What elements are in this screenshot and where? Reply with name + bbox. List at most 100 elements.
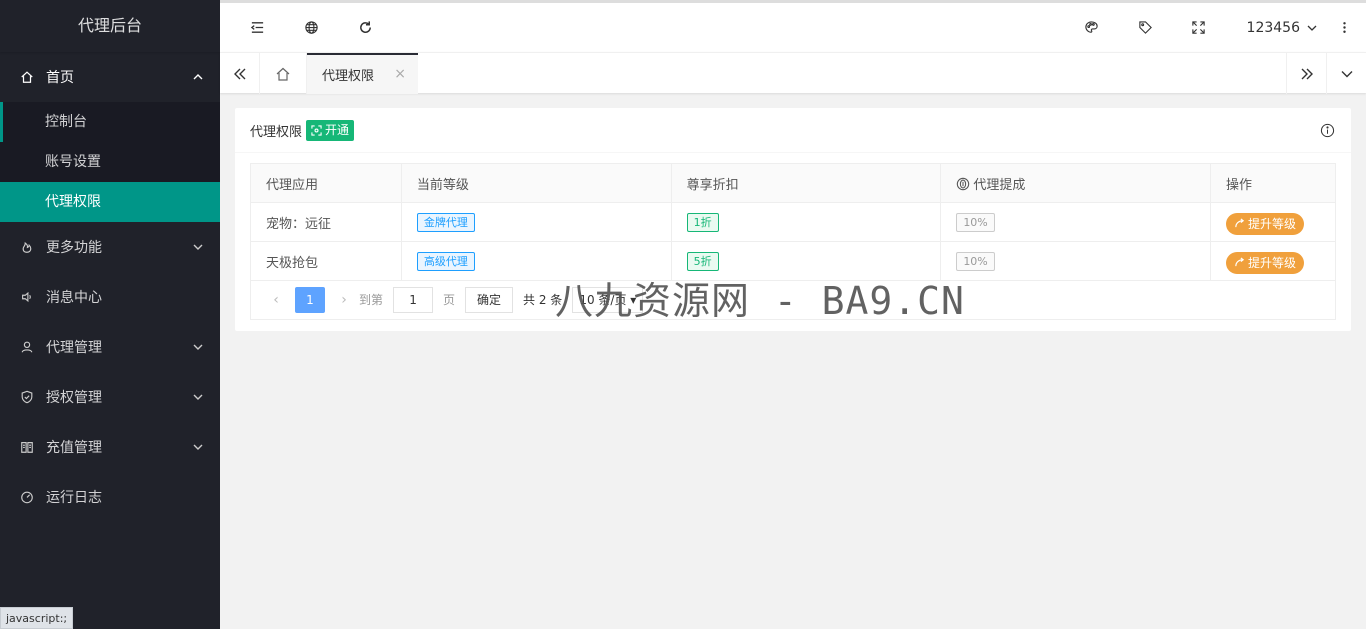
table-row: 宠物：远征 金牌代理 1折 10% 提升等级 bbox=[250, 202, 1336, 242]
sidebar-item-agent-permission[interactable]: 代理权限 bbox=[0, 182, 220, 222]
sidebar-item-console[interactable]: 控制台 bbox=[0, 102, 220, 142]
tag-icon bbox=[1138, 21, 1152, 34]
page-size-value: 10 条/页 bbox=[579, 292, 627, 307]
nav-more-features-label: 更多功能 bbox=[46, 240, 102, 256]
card-title: 代理权限 bbox=[250, 124, 303, 140]
column-header: 代理应用 bbox=[250, 163, 402, 203]
more-button[interactable] bbox=[1324, 3, 1364, 52]
tab-agent-permission[interactable]: 代理权限 × bbox=[307, 53, 418, 94]
speaker-icon bbox=[20, 290, 34, 304]
book-icon bbox=[20, 440, 34, 454]
close-icon[interactable]: × bbox=[394, 67, 406, 81]
info-icon[interactable] bbox=[1320, 123, 1335, 138]
chevron-up-icon bbox=[193, 74, 203, 80]
tabs-menu-button[interactable] bbox=[1326, 53, 1366, 94]
nav-home-label: 首页 bbox=[46, 70, 74, 86]
nav-run-log[interactable]: 运行日志 bbox=[0, 472, 220, 522]
table-row: 天极抢包 高级代理 5折 10% 提升等级 bbox=[250, 241, 1336, 281]
sidebar-item-account-settings[interactable]: 账号设置 bbox=[0, 142, 220, 182]
nav-more-features[interactable]: 更多功能 bbox=[0, 222, 220, 272]
page-unit-label: 页 bbox=[443, 293, 456, 307]
upgrade-level-button[interactable]: 提升等级 bbox=[1226, 251, 1305, 274]
home-submenu: 控制台 账号设置 代理权限 bbox=[0, 102, 220, 222]
theme-button[interactable] bbox=[1066, 3, 1116, 52]
table-header-row: 代理应用 当前等级 尊享折扣 代理提成 操作 bbox=[250, 163, 1336, 203]
cell-app: 宠物：远征 bbox=[250, 202, 402, 242]
browser-status-tip: javascript:; bbox=[0, 607, 74, 629]
chevron-down-icon bbox=[1341, 70, 1352, 77]
tabs-scroll-left-button[interactable] bbox=[220, 53, 260, 94]
tabs-bar: 代理权限 × bbox=[220, 52, 1366, 94]
shield-check-icon bbox=[20, 390, 34, 404]
discount-tag: 5折 bbox=[686, 251, 719, 271]
globe-icon bbox=[304, 21, 318, 34]
fullscreen-button[interactable] bbox=[1173, 3, 1223, 52]
tab-label: 代理权限 bbox=[322, 69, 375, 84]
chevron-down-icon bbox=[193, 444, 203, 450]
app-logo[interactable]: 代理后台 bbox=[0, 0, 220, 52]
confirm-button[interactable]: 确定 bbox=[465, 286, 514, 313]
cell-discount: 5折 bbox=[670, 241, 942, 281]
total-count: 共 2 条 bbox=[523, 293, 563, 307]
page-1-button[interactable]: 1 bbox=[295, 286, 325, 313]
nav-authorization-management[interactable]: 授权管理 bbox=[0, 372, 220, 422]
tab-home[interactable] bbox=[260, 53, 307, 94]
column-header: 当前等级 bbox=[400, 163, 672, 203]
column-header: 尊享折扣 bbox=[670, 163, 942, 203]
cell-commission: 10% bbox=[940, 241, 1212, 281]
cell-discount: 1折 bbox=[670, 202, 942, 242]
permission-table: 代理应用 当前等级 尊享折扣 代理提成 操作 宠物：远征 金牌代理 1折 10%… bbox=[250, 163, 1336, 281]
username: 123456 bbox=[1246, 19, 1300, 36]
nav-home[interactable]: 首页 bbox=[0, 52, 220, 102]
discount-tag: 1折 bbox=[686, 212, 719, 232]
dashboard-icon bbox=[20, 490, 34, 504]
column-header-commission: 代理提成 bbox=[940, 163, 1212, 203]
menu-fold-icon bbox=[250, 22, 263, 33]
open-badge-label: 开通 bbox=[325, 122, 350, 137]
sidebar: 代理后台 首页 控制台 账号设置 代理权限 更多功能 消息中心 代理管理 授权管… bbox=[0, 0, 220, 629]
chevron-down-icon bbox=[193, 394, 203, 400]
scan-icon bbox=[311, 124, 322, 136]
chevron-down-icon bbox=[193, 344, 203, 350]
upgrade-level-button[interactable]: 提升等级 bbox=[1226, 212, 1305, 235]
cell-action: 提升等级 bbox=[1210, 202, 1336, 242]
upgrade-icon bbox=[1235, 218, 1245, 228]
cell-level: 金牌代理 bbox=[400, 202, 672, 242]
cell-app: 天极抢包 bbox=[250, 241, 402, 281]
fire-icon bbox=[20, 240, 34, 254]
user-icon bbox=[20, 340, 34, 354]
upgrade-label: 提升等级 bbox=[1248, 217, 1297, 231]
nav-message-center[interactable]: 消息中心 bbox=[0, 272, 220, 322]
toggle-sidebar-button[interactable] bbox=[232, 3, 282, 52]
upgrade-icon bbox=[1235, 257, 1245, 267]
refresh-button[interactable] bbox=[340, 3, 390, 52]
tabs-scroll-right-button[interactable] bbox=[1286, 53, 1326, 94]
pagination: ‹ 1 › 到第 1 页 确定 共 2 条 10 条/页 ▾ bbox=[250, 280, 1336, 320]
column-header: 操作 bbox=[1210, 163, 1336, 203]
cell-level: 高级代理 bbox=[400, 241, 672, 281]
nav-recharge-management[interactable]: 充值管理 bbox=[0, 422, 220, 472]
chevron-down-icon bbox=[193, 244, 203, 250]
chevron-down-icon bbox=[1307, 25, 1317, 31]
page-size-select[interactable]: 10 条/页 ▾ bbox=[572, 286, 644, 313]
permission-card: 代理权限 开通 代理应用 当前等级 尊享折扣 代理提成 操作 宠物：远征 金牌代… bbox=[235, 108, 1351, 331]
fullscreen-icon bbox=[1191, 21, 1205, 34]
home-icon bbox=[276, 67, 290, 81]
double-chevron-right-icon bbox=[1301, 68, 1313, 79]
nav-agent-management[interactable]: 代理管理 bbox=[0, 322, 220, 372]
next-page-button[interactable]: › bbox=[329, 292, 359, 308]
commission-tag: 10% bbox=[956, 251, 995, 271]
more-vertical-icon bbox=[1342, 22, 1346, 33]
open-badge[interactable]: 开通 bbox=[306, 119, 355, 141]
card-header: 代理权限 开通 bbox=[235, 108, 1351, 153]
double-chevron-left-icon bbox=[233, 68, 245, 79]
refresh-icon bbox=[359, 21, 371, 33]
prev-page-button[interactable]: ‹ bbox=[261, 292, 291, 308]
website-button[interactable] bbox=[286, 3, 336, 52]
nav-authorization-management-label: 授权管理 bbox=[46, 390, 102, 406]
goto-page-input[interactable]: 1 bbox=[393, 286, 434, 313]
tag-button[interactable] bbox=[1120, 3, 1170, 52]
user-menu[interactable]: 123456 bbox=[1247, 3, 1318, 52]
home-icon bbox=[20, 70, 34, 84]
level-tag: 金牌代理 bbox=[416, 212, 475, 232]
